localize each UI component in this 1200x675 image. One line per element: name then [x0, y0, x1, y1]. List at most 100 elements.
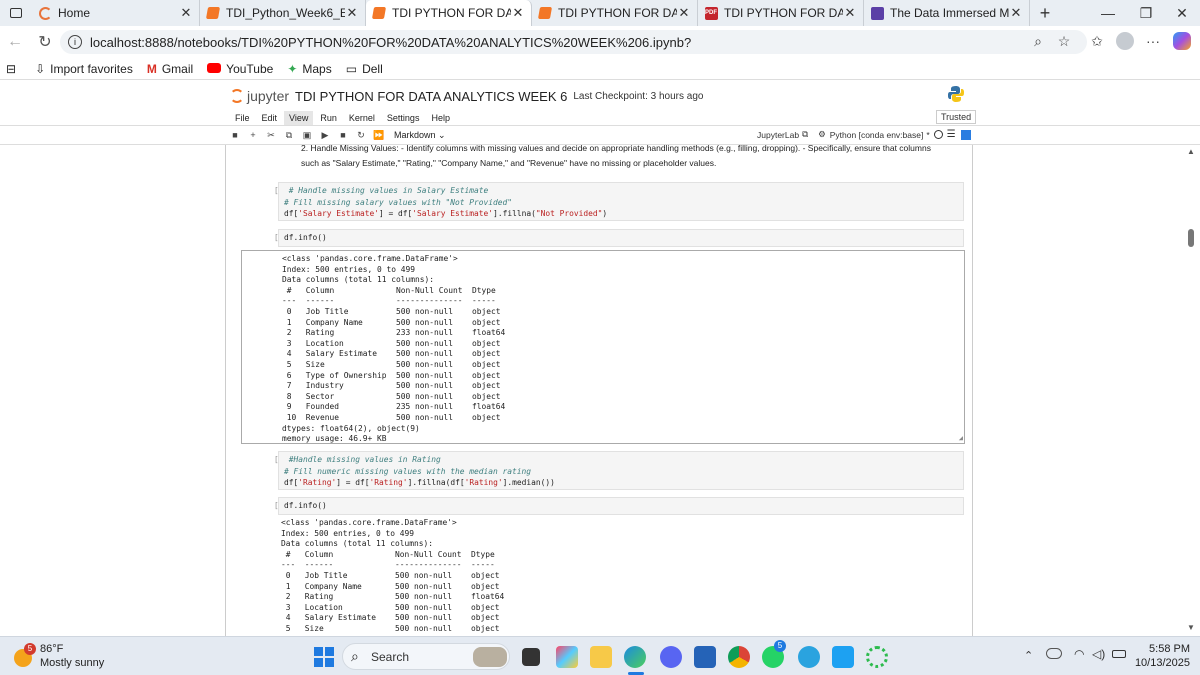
page-scrollbar[interactable]: ▲ ▼ — [1186, 145, 1196, 636]
more-menu-icon[interactable]: ··· — [1142, 30, 1164, 52]
address-bar[interactable]: i localhost:8888/notebooks/TDI%20PYTHON%… — [60, 30, 1087, 54]
favorite-import[interactable]: ⇩ Import favorites — [35, 62, 133, 76]
menu-settings[interactable]: Settings — [382, 111, 425, 125]
jupyter-logo[interactable]: jupyter — [230, 88, 289, 104]
minimize-button[interactable]: — — [1088, 0, 1128, 26]
whatsapp-icon[interactable]: 5 — [762, 640, 786, 668]
kernel-status-icon — [933, 130, 943, 139]
cell-type-dropdown[interactable]: Markdown ⌄ — [394, 130, 446, 141]
volume-icon[interactable]: ◁) — [1092, 647, 1105, 661]
menu-help[interactable]: Help — [426, 111, 455, 125]
code-cell-input[interactable]: df.info() — [278, 497, 964, 515]
tab-home[interactable]: Home ✕ — [32, 0, 200, 26]
code-string: 'Salary Estimate' — [412, 209, 494, 218]
scroll-down-icon[interactable]: ▼ — [1187, 623, 1195, 632]
close-tab-icon[interactable]: ✕ — [843, 5, 857, 21]
new-tab-button[interactable]: + — [1030, 3, 1060, 24]
chevron-up-icon[interactable]: ⌃ — [1024, 649, 1033, 662]
clock-time[interactable]: 5:58 PM — [1138, 643, 1190, 655]
back-icon[interactable]: ← — [0, 33, 30, 51]
favorite-label: Gmail — [161, 61, 194, 76]
url-text[interactable]: localhost:8888/notebooks/TDI%20PYTHON%20… — [90, 35, 1087, 50]
tab-form[interactable]: The Data Immersed Main Su ✕ — [864, 0, 1030, 26]
resize-handle-icon[interactable]: ◢ — [959, 434, 963, 442]
cut-icon[interactable]: ✂ — [262, 130, 280, 141]
taskbar-search-box[interactable]: ⌕ Search — [342, 643, 510, 670]
task-view-icon[interactable] — [522, 648, 540, 666]
close-window-button[interactable]: ✕ — [1162, 0, 1200, 26]
notebook-title[interactable]: TDI PYTHON FOR DATA ANALYTICS WEEK 6 — [295, 89, 567, 104]
paste-icon[interactable]: ▣ — [298, 130, 316, 141]
tab-week6-eda[interactable]: TDI_Python_Week6_EDA (1) ✕ — [200, 0, 366, 26]
battery-icon[interactable] — [1112, 650, 1126, 658]
scroll-up-icon[interactable]: ▲ — [1187, 147, 1195, 156]
copy-icon[interactable]: ⧉ — [280, 130, 298, 141]
edge-icon[interactable] — [624, 646, 646, 668]
clock-date[interactable]: 10/13/2025 — [1130, 657, 1190, 669]
notebook-content[interactable]: 2. Handle Missing Values: - Identify col… — [0, 145, 1200, 636]
fast-forward-icon[interactable]: ⏩ — [370, 130, 388, 141]
sidebar-toggle-icon[interactable]: ⊟ — [6, 62, 21, 76]
menu-file[interactable]: File — [230, 111, 255, 125]
telegram-icon[interactable] — [798, 646, 820, 668]
code-cell-input[interactable]: # Handle missing values in Salary Estima… — [278, 182, 964, 221]
markdown-cell[interactable]: 2. Handle Missing Values: - Identify col… — [301, 145, 961, 171]
restart-icon[interactable]: ↻ — [352, 130, 370, 141]
menu-kernel[interactable]: Kernel — [344, 111, 380, 125]
discord-icon[interactable] — [660, 646, 682, 668]
favorite-youtube[interactable]: YouTube — [207, 62, 273, 76]
menu-edit[interactable]: Edit — [257, 111, 283, 125]
scroll-thumb[interactable] — [1188, 229, 1194, 247]
run-icon[interactable]: ▶ — [316, 130, 334, 141]
trusted-badge[interactable]: Trusted — [936, 110, 977, 124]
maps-icon: ✦ — [287, 61, 298, 76]
close-tab-icon[interactable]: ✕ — [511, 5, 525, 21]
close-tab-icon[interactable]: ✕ — [1009, 5, 1023, 21]
code-cell-input[interactable]: #Handle missing values in Rating # Fill … — [278, 451, 964, 490]
wifi-icon[interactable]: ◠ — [1074, 647, 1084, 661]
weather-widget[interactable]: 5 — [12, 643, 36, 667]
info-icon[interactable]: i — [68, 35, 82, 49]
file-explorer-icon[interactable] — [590, 646, 612, 668]
tab-notebook-active[interactable]: TDI PYTHON FOR DATA ANA ✕ — [366, 0, 532, 26]
code-cell-input[interactable]: df.info() — [278, 229, 964, 247]
window-menu-icon[interactable] — [0, 0, 32, 26]
cell-output[interactable]: <class 'pandas.core.frame.DataFrame'> In… — [241, 250, 965, 444]
favorites-icon[interactable]: ✩ — [1086, 30, 1108, 52]
favorite-maps[interactable]: ✦ Maps — [287, 62, 331, 76]
tab-notebook-2[interactable]: TDI PYTHON FOR DATA ANA ✕ — [532, 0, 698, 26]
pdf-icon: PDF — [704, 6, 718, 20]
stop-icon[interactable]: ■ — [334, 130, 352, 140]
close-tab-icon[interactable]: ✕ — [677, 5, 691, 21]
windows-start-icon[interactable] — [314, 647, 334, 667]
menu-run[interactable]: Run — [315, 111, 342, 125]
bug-icon[interactable]: ☰ — [947, 129, 956, 140]
chrome-icon[interactable] — [728, 646, 750, 668]
copilot-icon[interactable] — [1171, 30, 1193, 52]
close-tab-icon[interactable]: ✕ — [345, 5, 359, 21]
search-highlight-icon — [473, 647, 507, 667]
search-icon[interactable]: ⌕ — [1027, 30, 1049, 52]
kernel-name[interactable]: Python [conda env:base] — [830, 130, 924, 140]
code-text: ].fillna(df[ — [407, 478, 465, 487]
refresh-icon[interactable]: ↻ — [30, 32, 60, 52]
cloud-icon[interactable] — [1046, 648, 1062, 659]
profile-avatar[interactable] — [1114, 30, 1136, 52]
jupyterlab-link[interactable]: JupyterLab — [757, 130, 799, 140]
menu-view[interactable]: View — [284, 111, 314, 125]
toc-icon[interactable] — [960, 129, 971, 140]
copilot-app-icon[interactable] — [556, 646, 578, 668]
favorite-gmail[interactable]: M Gmail — [147, 62, 193, 76]
twitter-icon[interactable] — [832, 646, 854, 668]
loading-app-icon[interactable] — [866, 646, 888, 668]
close-tab-icon[interactable]: ✕ — [179, 5, 193, 21]
favorite-dell[interactable]: ▭ Dell — [346, 62, 383, 76]
tab-pdf[interactable]: PDF TDI PYTHON FOR DATA ANA ✕ — [698, 0, 864, 26]
restore-button[interactable]: ❐ — [1126, 0, 1166, 26]
save-icon[interactable]: ■ — [226, 130, 244, 140]
cell-output[interactable]: <class 'pandas.core.frame.DataFrame'> In… — [241, 518, 965, 635]
settings-gear-icon[interactable]: ⚙ — [818, 129, 826, 140]
add-cell-icon[interactable]: + — [244, 130, 262, 140]
store-icon[interactable] — [694, 646, 716, 668]
star-icon[interactable]: ☆ — [1053, 30, 1075, 52]
